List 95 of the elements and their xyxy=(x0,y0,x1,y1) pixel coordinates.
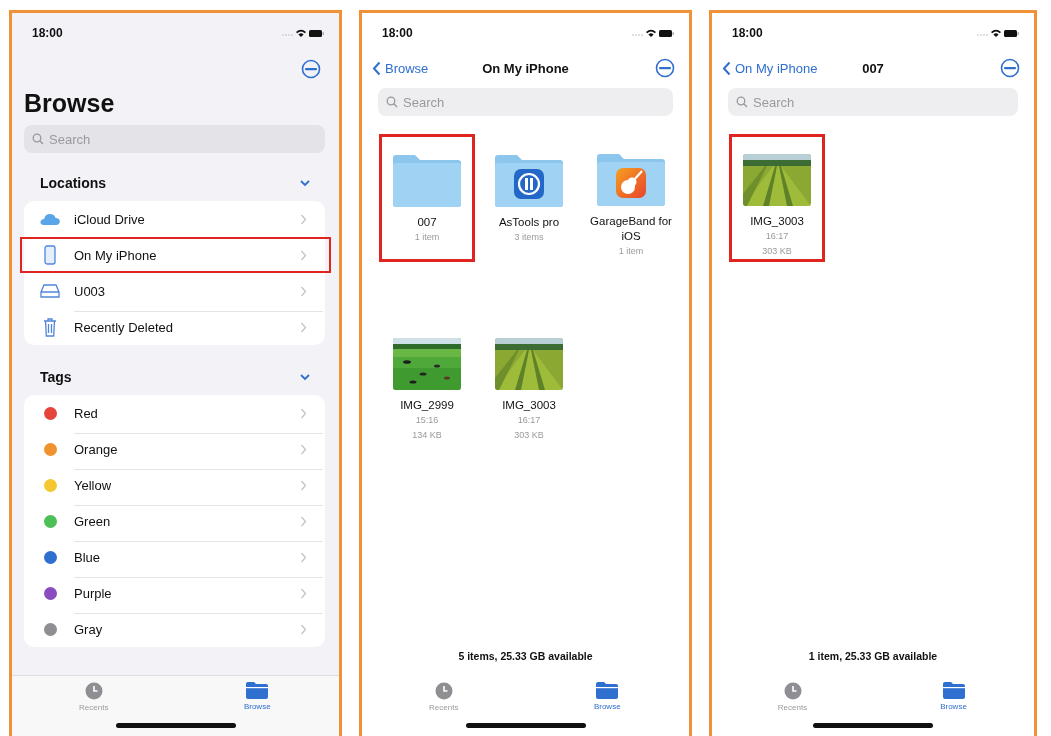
file-meta: 1 item xyxy=(618,245,644,258)
folder-icon xyxy=(596,682,619,699)
file-tile[interactable]: IMG_2999 15:16 134 KB xyxy=(379,318,475,446)
list-row[interactable]: Red xyxy=(24,395,325,431)
file-name: AsTools pro xyxy=(498,215,560,230)
back-button[interactable]: On My iPhone xyxy=(722,60,818,76)
chevron-icon xyxy=(300,588,307,599)
back-button[interactable]: Browse xyxy=(372,60,429,76)
app-folder-icon xyxy=(495,155,563,207)
file-name: IMG_2999 xyxy=(400,398,454,413)
tab-button[interactable]: Browse xyxy=(873,682,1034,712)
status-icons xyxy=(631,28,675,38)
app-folder-icon xyxy=(597,154,665,206)
row-label: Recently Deleted xyxy=(74,320,173,335)
file-meta: 16:17 xyxy=(765,230,789,243)
chevron-icon xyxy=(300,408,307,419)
chevron-icon xyxy=(300,480,307,491)
status-time: 18:00 xyxy=(382,26,413,40)
chevron-icon xyxy=(300,322,307,333)
chevron-icon xyxy=(300,214,307,225)
tab-button[interactable]: Browse xyxy=(525,682,689,712)
search-field[interactable]: Search xyxy=(728,88,1018,116)
row-label: iCloud Drive xyxy=(74,212,145,227)
phone-icon xyxy=(44,245,56,265)
list-row[interactable]: Recently Deleted xyxy=(24,309,325,345)
file-name: IMG_3003 xyxy=(750,214,804,229)
more-icon[interactable] xyxy=(655,58,675,78)
row-label: Green xyxy=(74,514,111,529)
clock-icon xyxy=(783,682,802,700)
chevron-icon xyxy=(300,444,307,455)
file-meta: 303 KB xyxy=(762,245,792,258)
more-icon[interactable] xyxy=(1000,58,1020,78)
clock-icon xyxy=(84,682,103,700)
list-row[interactable]: Blue xyxy=(24,539,325,575)
section-title: Tags xyxy=(40,369,72,385)
status-icons xyxy=(976,28,1020,38)
row-label: Gray xyxy=(74,622,103,637)
file-meta: 1 item xyxy=(414,231,440,244)
list-row[interactable]: Purple xyxy=(24,575,325,611)
list-row[interactable]: Yellow xyxy=(24,467,325,503)
chevron-icon[interactable] xyxy=(299,372,311,382)
chevron-icon xyxy=(300,624,307,635)
clock-icon xyxy=(434,682,453,700)
file-tile[interactable]: GarageBand for iOS 1 item xyxy=(583,134,679,262)
nav-title: 007 xyxy=(862,60,884,76)
chevron-icon[interactable] xyxy=(299,178,311,188)
chevron-icon xyxy=(300,250,307,261)
section-title: Locations xyxy=(40,175,107,191)
search-field[interactable]: Search xyxy=(378,88,673,116)
file-meta: 15:16 xyxy=(415,414,439,427)
file-tile[interactable]: IMG_3003 16:17 303 KB xyxy=(481,318,577,446)
list-row[interactable]: Orange xyxy=(24,431,325,467)
drive-icon xyxy=(40,284,60,298)
file-meta: 134 KB xyxy=(412,429,442,442)
list-row[interactable]: Green xyxy=(24,503,325,539)
list-row[interactable]: iCloud Drive xyxy=(24,201,325,237)
tab-button[interactable]: Browse xyxy=(175,682,339,712)
chevron-icon xyxy=(300,286,307,297)
folder-icon xyxy=(942,682,965,699)
row-label: Blue xyxy=(74,550,101,565)
cloud-icon xyxy=(40,213,60,225)
file-meta: 3 items xyxy=(514,231,544,244)
chevron-icon xyxy=(300,516,307,527)
file-name: IMG_3003 xyxy=(502,398,556,413)
list-row[interactable]: Gray xyxy=(24,611,325,647)
row-label: Red xyxy=(74,406,98,421)
folder-icon xyxy=(246,682,269,699)
trash-icon xyxy=(43,317,57,337)
more-icon[interactable] xyxy=(301,59,321,79)
nav-title: On My iPhone xyxy=(482,60,569,76)
file-meta: 303 KB xyxy=(514,429,544,442)
row-label: Orange xyxy=(74,442,118,457)
storage-summary: 5 items, 25.33 GB available xyxy=(457,650,594,664)
back-icon xyxy=(722,60,731,76)
list-row[interactable]: On My iPhone xyxy=(20,237,331,273)
file-tile[interactable]: AsTools pro 3 items xyxy=(481,134,577,262)
list-row[interactable]: U003 xyxy=(24,273,325,309)
back-icon xyxy=(372,60,381,76)
folder-icon xyxy=(393,155,461,207)
status-time: 18:00 xyxy=(32,26,63,40)
file-name: GarageBand for iOS xyxy=(589,214,673,244)
file-name: 007 xyxy=(417,215,437,230)
row-label: U003 xyxy=(74,284,106,299)
search-field[interactable]: Search xyxy=(24,125,325,153)
status-icons xyxy=(281,28,325,38)
status-time: 18:00 xyxy=(732,26,763,40)
row-label: Yellow xyxy=(74,478,112,493)
chevron-icon xyxy=(300,552,307,563)
file-meta: 16:17 xyxy=(517,414,541,427)
storage-summary: 1 item, 25.33 GB available xyxy=(807,650,939,664)
file-tile[interactable]: 007 1 item xyxy=(379,134,475,262)
row-label: On My iPhone xyxy=(74,248,157,263)
page-title: Browse xyxy=(23,88,116,119)
file-tile[interactable]: IMG_3003 16:17 303 KB xyxy=(729,134,825,262)
row-label: Purple xyxy=(74,586,112,601)
